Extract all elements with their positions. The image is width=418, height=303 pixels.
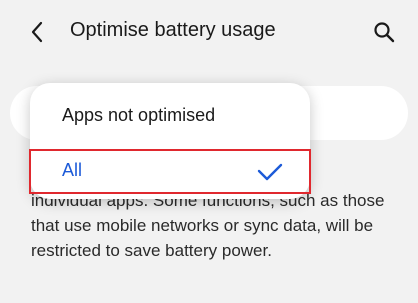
filter-dropdown-menu: Apps not optimised All — [30, 83, 310, 199]
app-bar: Optimise battery usage — [0, 0, 418, 64]
search-icon — [374, 22, 395, 43]
search-button[interactable] — [368, 16, 400, 48]
chevron-left-icon — [31, 21, 43, 43]
menu-item-label: Apps not optimised — [62, 105, 216, 125]
menu-item-apps-not-optimised[interactable]: Apps not optimised — [30, 89, 310, 141]
menu-item-all[interactable]: All — [30, 147, 310, 199]
description-text: individual apps. Some functions, such as… — [31, 191, 385, 260]
checkmark-icon — [257, 163, 283, 181]
page-title: Optimise battery usage — [70, 19, 276, 41]
menu-item-label: All — [62, 160, 83, 180]
back-button[interactable] — [22, 14, 52, 50]
